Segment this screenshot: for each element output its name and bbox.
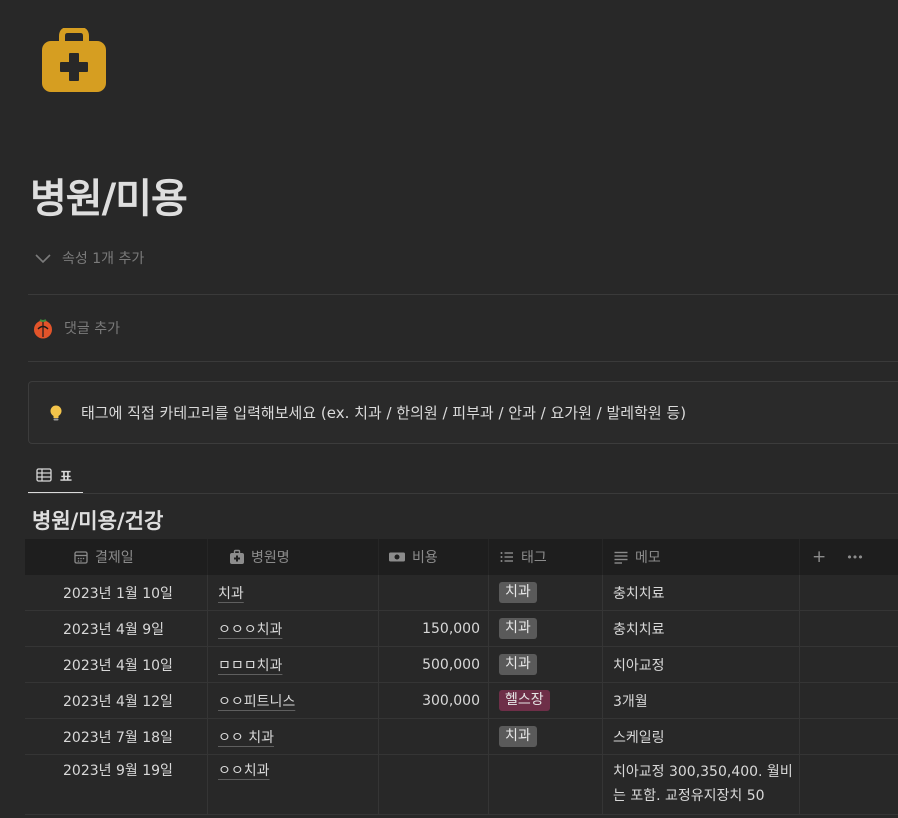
column-header-hospital[interactable]: 병원명 (208, 539, 379, 575)
hospital-name[interactable]: ㅇㅇ피트니스 (218, 691, 295, 711)
cell-hospital[interactable]: ㅇㅇ피트니스 (208, 683, 379, 718)
cell-cost[interactable]: 150,000 (379, 611, 489, 646)
callout-block[interactable]: 태그에 직접 카테고리를 입력해보세요 (ex. 치과 / 한의원 / 피부과 … (28, 381, 898, 444)
database-title[interactable]: 병원/미용/건강 (32, 505, 163, 535)
comment-input[interactable]: 댓글 추가 (32, 316, 120, 340)
cell-memo[interactable]: 치아교정 (603, 647, 800, 682)
cell-memo[interactable]: 3개월 (603, 683, 800, 718)
chevron-down-icon (35, 254, 51, 264)
cell-date[interactable]: 2023년 4월 9일 (25, 611, 208, 646)
cell-empty (800, 719, 898, 754)
cell-date[interactable]: 2023년 9월 19일 (25, 755, 208, 814)
avatar-icon (34, 319, 52, 339)
column-header-label: 태그 (521, 550, 547, 566)
cell-cost[interactable] (379, 575, 489, 610)
cell-tag[interactable]: 치과 (489, 647, 603, 682)
page: 병원/미용 속성 1개 추가 댓글 추가 태그에 직접 카테고리를 입력해보세요… (0, 0, 898, 818)
lightbulb-icon (50, 405, 62, 420)
table-row[interactable]: 2023년 4월 10일 ㅁㅁㅁ치과 500,000 치과 치아교정 (25, 647, 898, 683)
list-icon (500, 552, 513, 562)
hospital-name[interactable]: ㅁㅁㅁ치과 (218, 655, 282, 675)
table-row[interactable]: 2023년 4월 9일 ㅇㅇㅇ치과 150,000 치과 충치치료 (25, 611, 898, 647)
cell-cost[interactable]: 300,000 (379, 683, 489, 718)
cell-hospital[interactable]: 치과 (208, 575, 379, 610)
tag-badge: 치과 (499, 582, 537, 603)
cell-tag[interactable]: 헬스장 (489, 683, 603, 718)
calendar-icon (74, 551, 88, 564)
table-icon (36, 468, 52, 482)
cell-tag[interactable] (489, 755, 603, 814)
column-header-date[interactable]: 결제일 (25, 539, 208, 575)
add-property-toggle[interactable]: 속성 1개 추가 (34, 246, 144, 270)
money-icon (389, 552, 405, 562)
column-header-label: 결제일 (95, 550, 134, 566)
cell-date[interactable]: 2023년 4월 12일 (25, 683, 208, 718)
cell-cost[interactable] (379, 719, 489, 754)
hospital-name[interactable]: ㅇㅇ치과 (218, 760, 270, 780)
table-row[interactable]: 2023년 4월 12일 ㅇㅇ피트니스 300,000 헬스장 3개월 (25, 683, 898, 719)
table-row[interactable]: 2023년 1월 10일 치과 치과 충치치료 (25, 575, 898, 611)
cell-empty (800, 575, 898, 610)
medical-kit-icon[interactable] (40, 28, 108, 94)
cell-memo[interactable]: 치아교정 300,350,400. 월비는 포함. 교정유지장치 50 (603, 755, 800, 814)
cell-empty (800, 755, 898, 814)
cell-tag[interactable]: 치과 (489, 719, 603, 754)
table-header: 결제일 병원명 비용 태그 메모 + ••• (25, 539, 898, 575)
divider (28, 361, 898, 362)
text-lines-icon (614, 551, 628, 564)
tag-badge: 치과 (499, 618, 537, 639)
cell-date[interactable]: 2023년 1월 10일 (25, 575, 208, 610)
cell-cost[interactable]: 500,000 (379, 647, 489, 682)
tag-badge: 치과 (499, 654, 537, 675)
hospital-name[interactable]: ㅇㅇㅇ치과 (218, 619, 282, 639)
cell-empty (800, 683, 898, 718)
tag-badge: 헬스장 (499, 690, 550, 711)
column-header-cost[interactable]: 비용 (379, 539, 489, 575)
cell-tag[interactable]: 치과 (489, 611, 603, 646)
cell-hospital[interactable]: ㅇㅇ치과 (208, 755, 379, 814)
tab-table-view[interactable]: 표 (28, 458, 83, 494)
divider (28, 294, 898, 295)
add-property-label: 속성 1개 추가 (62, 251, 145, 267)
memo-text: 치아교정 300,350,400. 월비는 포함. 교정유지장치 50 (613, 764, 793, 804)
cell-hospital[interactable]: ㅁㅁㅁ치과 (208, 647, 379, 682)
page-title[interactable]: 병원/미용 (30, 166, 188, 224)
table-body: 2023년 1월 10일 치과 치과 충치치료 2023년 4월 9일 ㅇㅇㅇ치… (25, 575, 898, 815)
callout-text: 태그에 직접 카테고리를 입력해보세요 (ex. 치과 / 한의원 / 피부과 … (81, 404, 687, 422)
comment-placeholder: 댓글 추가 (64, 321, 120, 337)
cell-empty (800, 647, 898, 682)
tag-badge: 치과 (499, 726, 537, 747)
table-row[interactable]: 2023년 7월 18일 ㅇㅇ 치과 치과 스케일링 (25, 719, 898, 755)
cell-date[interactable]: 2023년 4월 10일 (25, 647, 208, 682)
hospital-name[interactable]: 치과 (218, 583, 244, 603)
cell-memo[interactable]: 충치치료 (603, 611, 800, 646)
cell-date[interactable]: 2023년 7월 18일 (25, 719, 208, 754)
cell-memo[interactable]: 충치치료 (603, 575, 800, 610)
cell-empty (800, 611, 898, 646)
tab-label: 표 (60, 469, 72, 485)
cell-cost[interactable] (379, 755, 489, 814)
view-tab-divider (28, 493, 898, 494)
column-header-tag[interactable]: 태그 (489, 539, 603, 575)
cell-memo[interactable]: 스케일링 (603, 719, 800, 754)
add-column-button[interactable]: + (812, 547, 826, 567)
hospital-name[interactable]: ㅇㅇ 치과 (218, 727, 274, 747)
cell-tag[interactable]: 치과 (489, 575, 603, 610)
database-table: 결제일 병원명 비용 태그 메모 + ••• 2023년 1월 10일 치과 치… (25, 539, 898, 815)
column-header-label: 메모 (635, 550, 661, 566)
column-header-label: 병원명 (251, 550, 290, 566)
medical-kit-icon (230, 549, 244, 564)
cell-hospital[interactable]: ㅇㅇ 치과 (208, 719, 379, 754)
cell-hospital[interactable]: ㅇㅇㅇ치과 (208, 611, 379, 646)
column-header-label: 비용 (412, 550, 438, 566)
table-row[interactable]: 2023년 9월 19일 ㅇㅇ치과 치아교정 300,350,400. 월비는 … (25, 755, 898, 815)
column-header-memo[interactable]: 메모 (603, 539, 800, 575)
column-header-actions: + ••• (800, 539, 898, 575)
more-options-button[interactable]: ••• (846, 551, 863, 564)
